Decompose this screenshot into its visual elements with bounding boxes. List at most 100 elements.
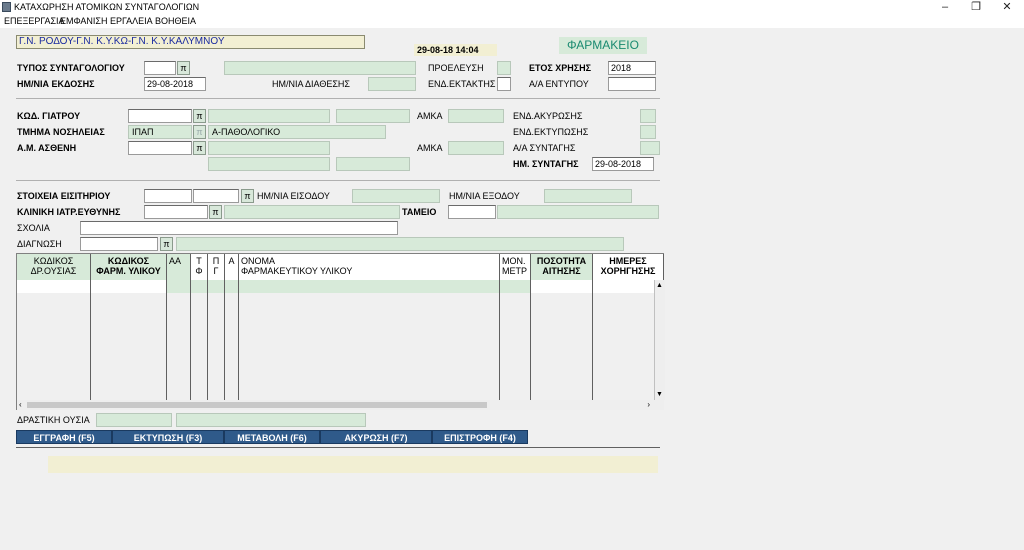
aa-entypou-input[interactable] — [608, 77, 656, 91]
am-astheni-label: Α.Μ. ΑΣΘΕΝΗ — [17, 143, 77, 153]
col-a[interactable]: Α — [225, 254, 239, 280]
stoixeia-input-2[interactable] — [193, 189, 239, 203]
col-pg[interactable]: ΠΓ — [208, 254, 225, 280]
col-aa[interactable]: ΑΑ — [167, 254, 191, 280]
typos-input[interactable] — [144, 61, 176, 75]
col-kodikos-ylikou[interactable]: ΚΩΔΙΚΟΣ ΦΑΡΜ. ΥΛΙΚΟΥ — [91, 254, 167, 280]
horizontal-scroll-thumb[interactable] — [27, 402, 487, 408]
tmima-lookup-button[interactable]: π — [193, 125, 206, 139]
current-datetime: 29-08-18 14:04 — [414, 44, 497, 56]
minimize-button[interactable]: – — [930, 0, 960, 15]
print-button[interactable]: ΕΚΤΥΠΩΣΗ (F3) — [112, 430, 224, 444]
scroll-right-icon[interactable]: › — [647, 400, 650, 409]
etos-input[interactable]: 2018 — [608, 61, 656, 75]
hm-eisodou-field — [352, 189, 440, 203]
edit-button[interactable]: ΜΕΤΑΒΟΛΗ (F6) — [224, 430, 320, 444]
save-button[interactable]: ΕΓΓΡΑΦΗ (F5) — [16, 430, 112, 444]
proeleusi-label: ΠΡΟΕΛΕΥΣΗ — [428, 63, 484, 73]
grid-column-line — [167, 280, 191, 400]
asthenis-name-field — [208, 157, 330, 171]
scroll-left-icon[interactable]: ‹ — [19, 400, 22, 409]
col-imeres[interactable]: ΗΜΕΡΕΣ ΧΟΡΗΓΗΣΗΣ — [593, 254, 664, 280]
col-tf[interactable]: ΤΦ — [191, 254, 208, 280]
kliniki-input[interactable] — [144, 205, 208, 219]
grid-column-line — [225, 280, 239, 400]
diagnosi-description — [176, 237, 624, 251]
separator — [16, 98, 660, 99]
organization-name: Γ.Ν. ΡΟΔΟΥ-Γ.Ν. Κ.Υ.ΚΩ-Γ.Ν. Κ.Υ.ΚΑΛΥΜΝΟΥ — [16, 35, 365, 49]
sxolia-input[interactable] — [80, 221, 398, 235]
title-bar: ΚΑΤΑΧΩΡΗΣΗ ΑΤΟΜΙΚΩΝ ΣΥΝΤΑΓΟΛΟΓΙΩΝ – ❐ ✕ — [0, 0, 1024, 15]
kliniki-label: ΚΛΙΝΙΚΗ ΙΑΤΡ.ΕΥΘΥΝΗΣ — [17, 207, 121, 217]
hm-eisodou-label: ΗΜ/ΝΙΑ ΕΙΣΟΔΟΥ — [257, 191, 330, 201]
stoixeia-lookup-button[interactable]: π — [241, 189, 254, 203]
hm-diathesis-field — [368, 77, 416, 91]
window-title: ΚΑΤΑΧΩΡΗΣΗ ΑΤΟΜΙΚΩΝ ΣΥΝΤΑΓΟΛΟΓΙΩΝ — [14, 2, 200, 12]
hm-syntagis-input[interactable]: 29-08-2018 — [592, 157, 654, 171]
hm-ekdosis-input[interactable]: 29-08-2018 — [144, 77, 206, 91]
aa-entypou-label: Α/Α ΕΝΤΥΠΟΥ — [529, 79, 589, 89]
scroll-down-icon[interactable]: ▼ — [656, 391, 663, 398]
kod-giatrou-input[interactable] — [128, 109, 192, 123]
amka2-label: ΑΜΚΑ — [417, 143, 443, 153]
kod-giatrou-label: ΚΩΔ. ΓΙΑΤΡΟΥ — [17, 111, 81, 121]
end-ektaktis-label: ΕΝΔ.ΕΚΤΑΚΤΗΣ — [428, 79, 496, 89]
end-ektyposis-field — [640, 125, 656, 139]
tmima-label: ΤΜΗΜΑ ΝΟΣΗΛΕΙΑΣ — [17, 127, 105, 137]
sxolia-label: ΣΧΟΛΙΑ — [17, 223, 50, 233]
col-monada[interactable]: ΜΟΝ. ΜΕΤΡ — [500, 254, 531, 280]
scroll-up-icon[interactable]: ▲ — [656, 282, 663, 289]
diagnosi-input[interactable] — [80, 237, 158, 251]
col-posotita[interactable]: ΠΟΣΟΤΗΤΑ ΑΙΤΗΣΗΣ — [531, 254, 593, 280]
giatros-extra-field — [336, 109, 410, 123]
diagnosi-lookup-button[interactable]: π — [160, 237, 173, 251]
stoixeia-input-1[interactable] — [144, 189, 192, 203]
col-kodikos-ousias[interactable]: ΚΩΔΙΚΟΣ ΔΡ.ΟΥΣΙΑΣ — [17, 254, 91, 280]
grid-column-line — [531, 280, 593, 400]
hm-exodou-field — [544, 189, 632, 203]
amka-label: ΑΜΚΑ — [417, 111, 443, 121]
app-icon — [2, 2, 11, 12]
menu-view[interactable]: ΕΜΦΑΝΙΣΗ — [60, 16, 108, 26]
menu-tools[interactable]: ΕΡΓΑΛΕΙΑ — [110, 16, 153, 26]
tameio-label: ΤΑΜΕΙΟ — [402, 207, 437, 217]
cancel-button[interactable]: ΑΚΥΡΩΣΗ (F7) — [320, 430, 432, 444]
kliniki-name-field — [224, 205, 400, 219]
asthenis-surname-field — [208, 141, 330, 155]
stoixeia-label: ΣΤΟΙΧΕΙΑ ΕΙΣΙΤΗΡΙΟΥ — [17, 191, 111, 201]
tameio-name-field — [497, 205, 659, 219]
etos-label: ΕΤΟΣ ΧΡΗΣΗΣ — [529, 63, 592, 73]
vertical-scrollbar[interactable]: ▲ ▼ — [654, 280, 665, 400]
maximize-button[interactable]: ❐ — [961, 0, 991, 15]
end-akyrosis-label: ΕΝΔ.ΑΚΥΡΩΣΗΣ — [513, 111, 583, 121]
end-ektaktis-input[interactable] — [497, 77, 511, 91]
back-button[interactable]: ΕΠΙΣΤΡΟΦΗ (F4) — [432, 430, 528, 444]
hm-syntagis-label: ΗΜ. ΣΥΝΤΑΓΗΣ — [513, 159, 579, 169]
col-onoma[interactable]: ΟΝΟΜΑ ΦΑΡΜΑΚΕΥΤΙΚΟΥ ΥΛΙΚΟΥ — [239, 254, 500, 280]
end-ektyposis-label: ΕΝΔ.ΕΚΤΥΠΩΣΗΣ — [513, 127, 589, 137]
hm-diathesis-label: ΗΜ/ΝΙΑ ΔΙΑΘΕΣΗΣ — [272, 79, 350, 89]
menu-edit[interactable]: ΕΠΕΞΕΡΓΑΣΙΑ — [4, 16, 65, 26]
separator — [16, 447, 660, 448]
kod-giatrou-lookup-button[interactable]: π — [193, 109, 206, 123]
amka-astheni-field — [448, 141, 504, 155]
tameio-input[interactable] — [448, 205, 496, 219]
amka-giatrou-field — [448, 109, 504, 123]
end-akyrosis-field — [640, 109, 656, 123]
diagnosi-label: ΔΙΑΓΝΩΣΗ — [17, 239, 62, 249]
am-astheni-input[interactable] — [128, 141, 192, 155]
grid-column-line — [17, 280, 91, 400]
horizontal-scrollbar[interactable]: ‹ › — [17, 400, 664, 410]
menu-bar: ΕΠΕΞΕΡΓΑΣΙΑ ΕΜΦΑΝΙΣΗ ΕΡΓΑΛΕΙΑ ΒΟΗΘΕΙΑ — [0, 15, 1024, 28]
items-grid: ΚΩΔΙΚΟΣ ΔΡ.ΟΥΣΙΑΣ ΚΩΔΙΚΟΣ ΦΑΡΜ. ΥΛΙΚΟΥ ΑΑ … — [16, 253, 665, 410]
menu-help[interactable]: ΒΟΗΘΕΙΑ — [155, 16, 196, 26]
grid-column-line — [191, 280, 208, 400]
hm-exodou-label: ΗΜ/ΝΙΑ ΕΞΟΔΟΥ — [449, 191, 520, 201]
close-button[interactable]: ✕ — [992, 0, 1022, 15]
hm-ekdosis-label: ΗΜ/ΝΙΑ ΕΚΔΟΣΗΣ — [17, 79, 95, 89]
kliniki-lookup-button[interactable]: π — [209, 205, 222, 219]
tmima-name-field: Α-ΠΑΘΟΛΟΓΙΚΟ — [208, 125, 386, 139]
am-astheni-lookup-button[interactable]: π — [193, 141, 206, 155]
typos-lookup-button[interactable]: π — [177, 61, 190, 75]
drastiki-label: ΔΡΑΣΤΙΚΗ ΟΥΣΙΑ — [17, 415, 90, 425]
